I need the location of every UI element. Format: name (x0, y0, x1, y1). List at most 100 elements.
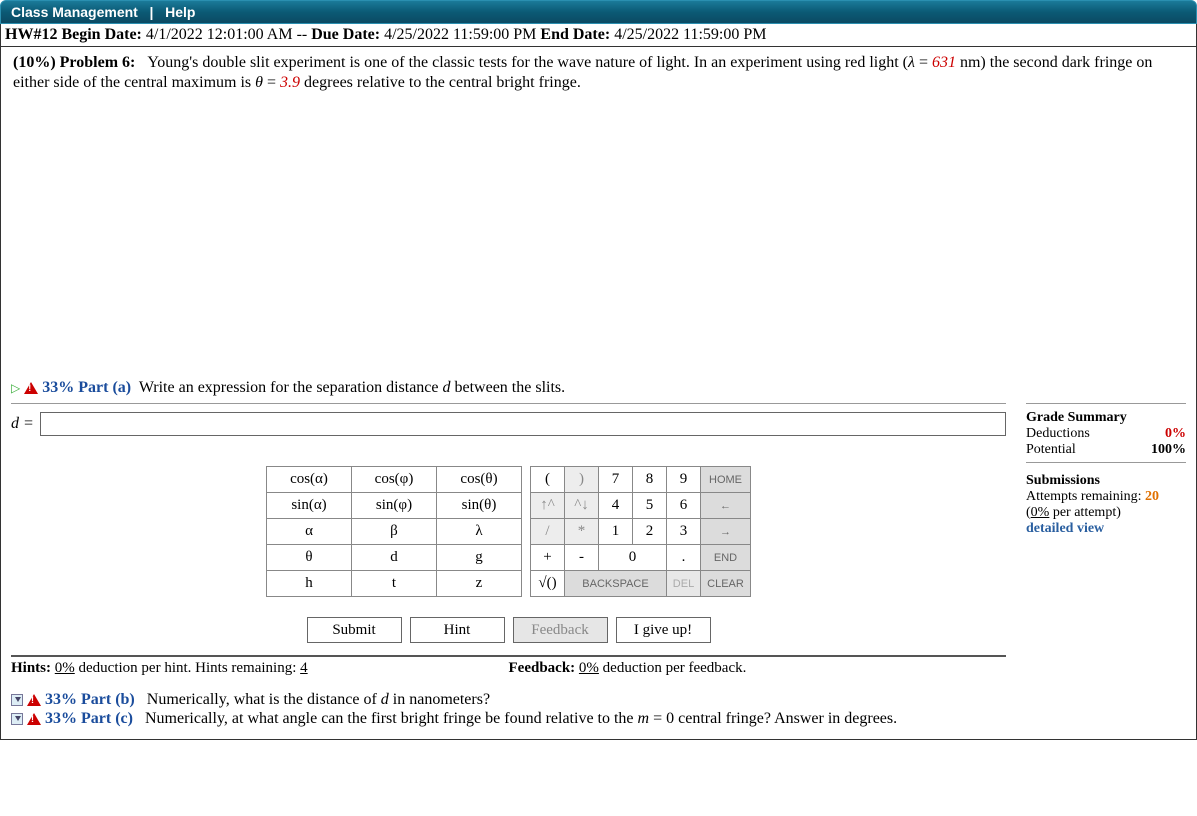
part-a-percent: 33% Part (a) (42, 379, 131, 396)
key-end[interactable]: END (701, 545, 751, 571)
grade-summary-title: Grade Summary (1026, 410, 1186, 426)
top-nav-bar: Class Management | Help (0, 0, 1197, 24)
attempts-value: 20 (1145, 489, 1159, 504)
warning-icon (24, 382, 38, 394)
nav-separator: | (150, 4, 154, 20)
deductions-label: Deductions (1026, 426, 1090, 442)
key-sqrt[interactable]: √() (531, 571, 565, 597)
key-9[interactable]: 9 (667, 467, 701, 493)
mid-sep: -- (297, 26, 308, 43)
key-d[interactable]: d (352, 545, 437, 571)
eq-sign-2: = (263, 74, 280, 91)
hints-label: Hints: (11, 660, 51, 676)
key-caret-up[interactable]: ↑^ (531, 493, 565, 519)
end-label: End Date: (540, 26, 610, 43)
key-sin-phi[interactable]: sin(φ) (352, 493, 437, 519)
key-lparen[interactable]: ( (531, 467, 565, 493)
key-7[interactable]: 7 (599, 467, 633, 493)
part-a-prompt: Write an expression for the separation d… (139, 379, 565, 396)
key-backspace[interactable]: BACKSPACE (565, 571, 667, 597)
key-sin-theta[interactable]: sin(θ) (437, 493, 522, 519)
collapse-icon[interactable] (11, 694, 23, 706)
part-b-percent: 33% Part (b) (45, 691, 135, 709)
hint-feedback-bar: Hints: 0% deduction per hint. Hints rema… (11, 655, 1006, 677)
key-cursor-left[interactable]: ← (701, 493, 751, 519)
key-cos-phi[interactable]: cos(φ) (352, 467, 437, 493)
theta-value: 3.9 (280, 74, 300, 91)
answer-lhs: d = (11, 415, 34, 433)
hint-button[interactable]: Hint (410, 617, 505, 643)
action-buttons: Submit Hint Feedback I give up! (11, 617, 1006, 643)
play-icon: ▷ (11, 381, 20, 395)
key-2[interactable]: 2 (633, 519, 667, 545)
key-home[interactable]: HOME (701, 467, 751, 493)
hw-begin-label: HW#12 Begin Date: (5, 26, 142, 43)
key-h[interactable]: h (267, 571, 352, 597)
key-minus[interactable]: - (565, 545, 599, 571)
key-del[interactable]: DEL (667, 571, 701, 597)
giveup-button[interactable]: I give up! (616, 617, 711, 643)
lambda-value: 631 (932, 54, 956, 71)
key-beta[interactable]: β (352, 519, 437, 545)
key-4[interactable]: 4 (599, 493, 633, 519)
key-rparen[interactable]: ) (565, 467, 599, 493)
part-c-percent: 33% Part (c) (45, 710, 133, 728)
due-date: 4/25/2022 11:59:00 PM (384, 26, 536, 43)
key-sin-alpha[interactable]: sin(α) (267, 493, 352, 519)
numeric-keypad: ( ) 7 8 9 HOME ↑^ ^↓ 4 5 6 ← (530, 466, 751, 597)
potential-value: 100% (1151, 442, 1186, 458)
key-lambda[interactable]: λ (437, 519, 522, 545)
key-0[interactable]: 0 (599, 545, 667, 571)
deductions-value: 0% (1165, 426, 1186, 442)
key-alpha[interactable]: α (267, 519, 352, 545)
due-label: Due Date: (311, 26, 380, 43)
keypad-zone: cos(α) cos(φ) cos(θ) sin(α) sin(φ) sin(θ… (11, 466, 1006, 597)
collapse-icon[interactable] (11, 713, 23, 725)
part-a-header: ▷ 33% Part (a) Write an expression for t… (11, 379, 1186, 397)
hints-remaining: 4 (300, 660, 308, 676)
key-dot[interactable]: . (667, 545, 701, 571)
warning-icon (27, 713, 41, 725)
feedback-button-disabled: Feedback (513, 617, 608, 643)
key-caret-down[interactable]: ^↓ (565, 493, 599, 519)
detailed-view-link[interactable]: detailed view (1026, 521, 1186, 537)
key-8[interactable]: 8 (633, 467, 667, 493)
feedback-pct: 0% (579, 660, 599, 676)
key-star[interactable]: * (565, 519, 599, 545)
hints-text: deduction per hint. Hints remaining: (79, 660, 301, 676)
answer-line: d = (11, 412, 1006, 436)
warning-icon (27, 694, 41, 706)
theta-symbol: θ (255, 74, 263, 91)
problem-statement: (10%) Problem 6: Young's double slit exp… (11, 53, 1186, 103)
key-clear[interactable]: CLEAR (701, 571, 751, 597)
eq-sign-1: = (915, 54, 932, 71)
key-theta[interactable]: θ (267, 545, 352, 571)
feedback-text: deduction per feedback. (603, 660, 747, 676)
answer-input[interactable] (40, 412, 1006, 436)
key-cos-theta[interactable]: cos(θ) (437, 467, 522, 493)
help-link[interactable]: Help (165, 4, 195, 20)
key-1[interactable]: 1 (599, 519, 633, 545)
begin-date: 4/1/2022 12:01:00 AM (146, 26, 293, 43)
key-6[interactable]: 6 (667, 493, 701, 519)
key-g[interactable]: g (437, 545, 522, 571)
hints-pct: 0% (55, 660, 75, 676)
key-slash[interactable]: / (531, 519, 565, 545)
problem-text-1: Young's double slit experiment is one of… (147, 54, 908, 71)
key-cos-alpha[interactable]: cos(α) (267, 467, 352, 493)
part-b-prompt: Numerically, what is the distance of d i… (147, 691, 490, 709)
key-t[interactable]: t (352, 571, 437, 597)
key-z[interactable]: z (437, 571, 522, 597)
class-management-link[interactable]: Class Management (11, 4, 138, 20)
grade-panel: Grade Summary Deductions 0% Potential 10… (1026, 403, 1186, 537)
potential-label: Potential (1026, 442, 1076, 458)
end-date: 4/25/2022 11:59:00 PM (614, 26, 766, 43)
key-plus[interactable]: + (531, 545, 565, 571)
key-3[interactable]: 3 (667, 519, 701, 545)
lambda-unit: nm (956, 54, 980, 71)
problem-text-3: degrees relative to the central bright f… (300, 74, 581, 91)
part-c-prompt: Numerically, at what angle can the first… (145, 710, 897, 728)
submit-button[interactable]: Submit (307, 617, 402, 643)
key-5[interactable]: 5 (633, 493, 667, 519)
key-cursor-right[interactable]: → (701, 519, 751, 545)
